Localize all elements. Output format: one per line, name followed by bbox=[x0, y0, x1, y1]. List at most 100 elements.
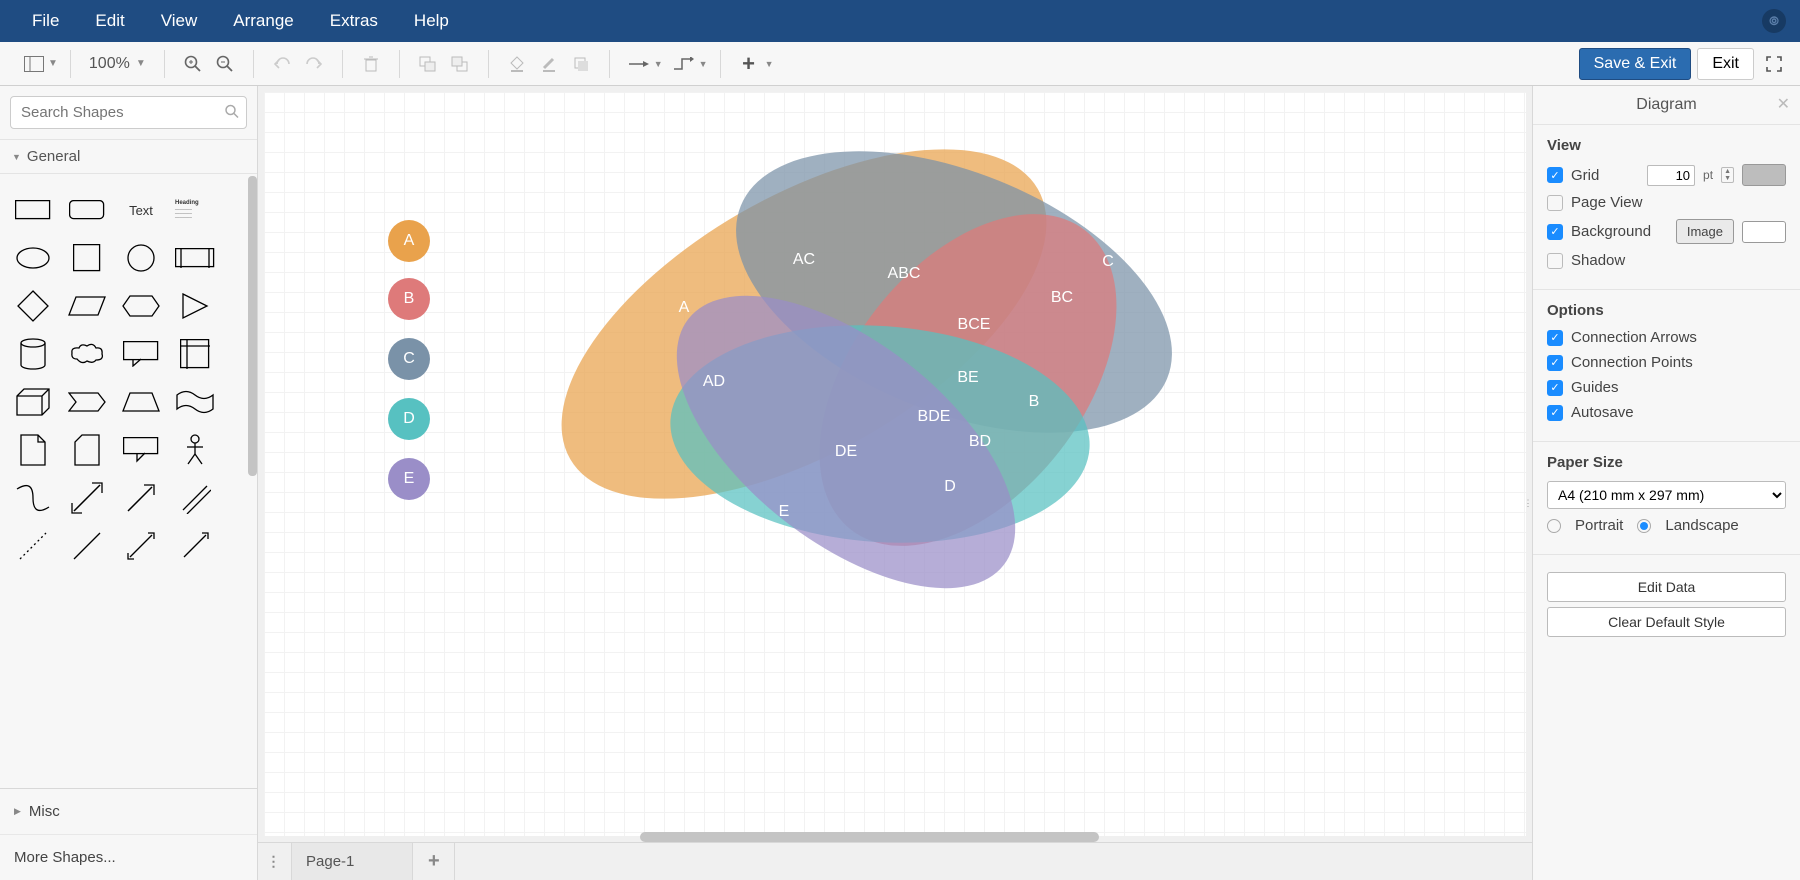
grid-size-input[interactable] bbox=[1647, 165, 1695, 186]
pages-menu-icon[interactable]: ⋮ bbox=[258, 843, 292, 880]
shape-dashed-line[interactable] bbox=[6, 522, 60, 570]
background-image-button[interactable]: Image bbox=[1676, 219, 1734, 244]
shadow-icon[interactable] bbox=[567, 50, 595, 78]
venn-region-AD[interactable]: AD bbox=[703, 373, 725, 391]
venn-region-DE[interactable]: DE bbox=[835, 443, 857, 461]
save-exit-button[interactable]: Save & Exit bbox=[1579, 48, 1692, 80]
canvas[interactable]: ABCDEAACABCCBCBCEADBEBBDEBDDEDE bbox=[264, 92, 1526, 836]
shape-rounded-rect[interactable] bbox=[60, 186, 114, 234]
canvas-h-scrollbar[interactable] bbox=[640, 832, 1099, 842]
shape-cylinder[interactable] bbox=[6, 330, 60, 378]
more-shapes-button[interactable]: More Shapes... bbox=[0, 835, 257, 880]
shape-internal-storage[interactable] bbox=[168, 330, 222, 378]
exit-button[interactable]: Exit bbox=[1697, 48, 1754, 80]
shape-triangle[interactable] bbox=[168, 282, 222, 330]
clear-style-button[interactable]: Clear Default Style bbox=[1547, 607, 1786, 637]
palette-section-misc[interactable]: ▶ Misc bbox=[0, 789, 257, 835]
right-splitter[interactable]: ⋮ bbox=[1524, 483, 1532, 523]
grid-size-stepper[interactable]: ▲▼ bbox=[1721, 167, 1734, 183]
venn-region-D[interactable]: D bbox=[944, 478, 956, 496]
shape-curve[interactable] bbox=[6, 474, 60, 522]
caret-down-icon[interactable]: ▼ bbox=[699, 59, 708, 69]
legend-dot-C[interactable]: C bbox=[388, 338, 430, 380]
shape-rect[interactable] bbox=[6, 186, 60, 234]
zoom-display[interactable]: 100% ▼ bbox=[83, 55, 152, 73]
venn-region-C[interactable]: C bbox=[1102, 253, 1114, 271]
conn-arrows-checkbox[interactable]: ✓ bbox=[1547, 330, 1563, 346]
venn-region-E[interactable]: E bbox=[779, 503, 790, 521]
fullscreen-icon[interactable] bbox=[1760, 50, 1788, 78]
legend-dot-E[interactable]: E bbox=[388, 458, 430, 500]
add-page-button[interactable]: + bbox=[413, 843, 455, 880]
venn-region-BCE[interactable]: BCE bbox=[958, 316, 991, 334]
legend-dot-A[interactable]: A bbox=[388, 220, 430, 262]
shape-parallel-lines[interactable] bbox=[168, 474, 222, 522]
autosave-checkbox[interactable]: ✓ bbox=[1547, 405, 1563, 421]
to-back-icon[interactable] bbox=[446, 50, 474, 78]
shape-circle[interactable] bbox=[114, 234, 168, 282]
venn-region-ABC[interactable]: ABC bbox=[888, 265, 921, 283]
shape-note[interactable] bbox=[6, 426, 60, 474]
globe-icon[interactable]: ⦾ bbox=[1762, 9, 1786, 33]
waypoint-style-icon[interactable] bbox=[669, 50, 697, 78]
search-shapes-input[interactable] bbox=[10, 96, 247, 129]
menu-help[interactable]: Help bbox=[396, 5, 467, 37]
shape-ellipse[interactable] bbox=[6, 234, 60, 282]
shape-cube[interactable] bbox=[6, 378, 60, 426]
shape-hexagon[interactable] bbox=[114, 282, 168, 330]
paper-size-select[interactable]: A4 (210 mm x 297 mm) bbox=[1547, 481, 1786, 509]
guides-checkbox[interactable]: ✓ bbox=[1547, 380, 1563, 396]
page-view-checkbox[interactable] bbox=[1547, 195, 1563, 211]
conn-points-checkbox[interactable]: ✓ bbox=[1547, 355, 1563, 371]
venn-region-B[interactable]: B bbox=[1029, 393, 1040, 411]
background-checkbox[interactable]: ✓ bbox=[1547, 224, 1563, 240]
portrait-radio[interactable] bbox=[1547, 519, 1561, 533]
close-icon[interactable]: ✕ bbox=[1777, 94, 1790, 114]
zoom-out-icon[interactable] bbox=[211, 50, 239, 78]
menu-arrange[interactable]: Arrange bbox=[215, 5, 311, 37]
palette-section-general[interactable]: ▼ General bbox=[0, 139, 257, 174]
insert-icon[interactable]: + bbox=[735, 50, 763, 78]
search-icon[interactable] bbox=[225, 104, 239, 121]
delete-icon[interactable] bbox=[357, 50, 385, 78]
shadow-checkbox[interactable] bbox=[1547, 253, 1563, 269]
shape-diamond[interactable] bbox=[6, 282, 60, 330]
menu-view[interactable]: View bbox=[143, 5, 216, 37]
shape-parallelogram[interactable] bbox=[60, 282, 114, 330]
shape-bidir-thin-arrow[interactable] bbox=[114, 522, 168, 570]
shape-heading[interactable]: Heading━━━━━━━━━━━━━━━━━━━━━ bbox=[168, 186, 222, 234]
grid-checkbox[interactable]: ✓ bbox=[1547, 167, 1563, 183]
venn-region-BD[interactable]: BD bbox=[969, 433, 991, 451]
edit-data-button[interactable]: Edit Data bbox=[1547, 572, 1786, 602]
page-tab-1[interactable]: Page-1 bbox=[292, 843, 413, 880]
shape-square[interactable] bbox=[60, 234, 114, 282]
venn-region-BE[interactable]: BE bbox=[957, 369, 978, 387]
shape-arrow[interactable] bbox=[114, 474, 168, 522]
to-front-icon[interactable] bbox=[414, 50, 442, 78]
shape-process[interactable] bbox=[168, 234, 222, 282]
shape-text[interactable]: Text bbox=[114, 186, 168, 234]
menu-file[interactable]: File bbox=[14, 5, 77, 37]
shape-callout-rect[interactable] bbox=[114, 426, 168, 474]
legend-dot-B[interactable]: B bbox=[388, 278, 430, 320]
line-color-icon[interactable] bbox=[535, 50, 563, 78]
venn-region-BDE[interactable]: BDE bbox=[918, 408, 951, 426]
shape-line[interactable] bbox=[60, 522, 114, 570]
caret-down-icon[interactable]: ▼ bbox=[48, 58, 58, 69]
sidebar-toggle-icon[interactable] bbox=[20, 50, 48, 78]
background-color-swatch[interactable] bbox=[1742, 221, 1786, 243]
shape-cloud[interactable] bbox=[60, 330, 114, 378]
shape-bidir-arrow[interactable] bbox=[60, 474, 114, 522]
venn-region-BC[interactable]: BC bbox=[1051, 289, 1073, 307]
menu-edit[interactable]: Edit bbox=[77, 5, 142, 37]
zoom-in-icon[interactable] bbox=[179, 50, 207, 78]
venn-region-AC[interactable]: AC bbox=[793, 251, 815, 269]
shape-trapezoid[interactable] bbox=[114, 378, 168, 426]
sidebar-scrollbar[interactable] bbox=[248, 176, 257, 476]
legend-dot-D[interactable]: D bbox=[388, 398, 430, 440]
caret-down-icon[interactable]: ▼ bbox=[765, 59, 774, 69]
venn-region-A[interactable]: A bbox=[679, 299, 690, 317]
menu-extras[interactable]: Extras bbox=[312, 5, 396, 37]
grid-color-swatch[interactable] bbox=[1742, 164, 1786, 186]
shape-callout[interactable] bbox=[114, 330, 168, 378]
